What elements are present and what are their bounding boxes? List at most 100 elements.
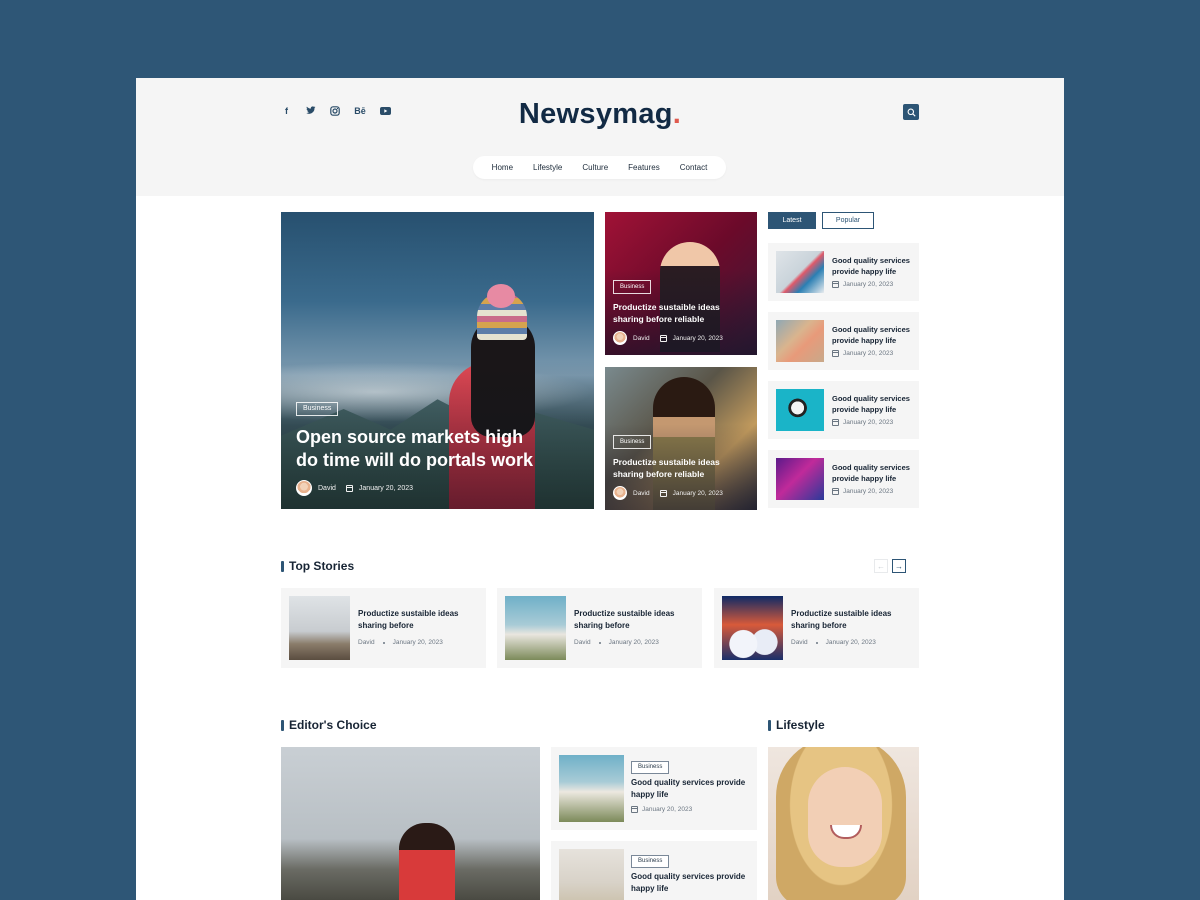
story-meta: David January 20, 2023 [574, 639, 659, 646]
avatar [296, 480, 312, 496]
editors-post[interactable]: Business Good quality services provide h… [551, 747, 757, 830]
hero-title[interactable]: Open source markets high do time will do… [296, 426, 546, 472]
post-date-row: January 20, 2023 [631, 806, 692, 813]
author-name[interactable]: David [791, 639, 808, 646]
next-arrow-icon[interactable]: → [892, 559, 906, 573]
post-thumbnail [559, 849, 624, 900]
nav-lifestyle[interactable]: Lifestyle [533, 163, 562, 172]
post-date: January 20, 2023 [825, 639, 876, 646]
sidebar-post[interactable]: Good quality services provide happy life… [768, 243, 919, 301]
author-name[interactable]: David [633, 335, 650, 342]
search-button[interactable] [903, 104, 919, 120]
author-name[interactable]: David [633, 490, 650, 497]
carousel-controls: ← → [874, 559, 906, 573]
author-name[interactable]: David [358, 639, 375, 646]
story-thumbnail [289, 596, 350, 660]
section-title: Top Stories [289, 559, 355, 573]
category-badge[interactable]: Business [631, 761, 670, 774]
section-title: Editor's Choice [289, 718, 377, 732]
nav-culture[interactable]: Culture [582, 163, 608, 172]
nav-features[interactable]: Features [628, 163, 660, 172]
calendar-icon [832, 488, 839, 495]
calendar-icon [832, 419, 839, 426]
calendar-icon [832, 281, 839, 288]
post-date: January 20, 2023 [392, 639, 443, 646]
avatar [613, 331, 627, 345]
sidebar-post[interactable]: Good quality services provide happy life… [768, 381, 919, 439]
sidebar-post[interactable]: Good quality services provide happy life… [768, 450, 919, 508]
category-badge[interactable]: Business [613, 280, 652, 294]
post-date: January 20, 2023 [843, 419, 894, 426]
section-heading-editors-choice: Editor's Choice [281, 718, 377, 732]
card-meta: David January 20, 2023 [613, 331, 723, 345]
editors-featured-image[interactable] [281, 747, 540, 900]
post-date-row: January 20, 2023 [832, 488, 893, 495]
post-date: January 20, 2023 [672, 334, 723, 342]
category-badge[interactable]: Business [296, 402, 339, 416]
post-title[interactable]: Good quality services provide happy life [631, 871, 753, 895]
heading-marker [768, 719, 771, 731]
post-title[interactable]: Good quality services provide happy life [832, 324, 916, 346]
post-thumbnail [776, 320, 824, 362]
mid-card[interactable]: Business Productize sustaible ideas shar… [605, 367, 757, 510]
logo-dot: . [672, 98, 682, 130]
post-thumbnail [776, 458, 824, 500]
calendar-icon [659, 489, 667, 497]
post-thumbnail [559, 755, 624, 822]
story-card[interactable]: Productize sustaible ideas sharing befor… [714, 588, 919, 668]
search-icon [907, 108, 916, 117]
story-card[interactable]: Productize sustaible ideas sharing befor… [497, 588, 702, 668]
category-badge[interactable]: Business [613, 435, 652, 449]
heading-marker [281, 719, 284, 731]
post-date-row: January 20, 2023 [832, 350, 893, 357]
author-name[interactable]: David [574, 639, 591, 646]
nav-home[interactable]: Home [492, 163, 513, 172]
story-title[interactable]: Productize sustaible ideas sharing befor… [358, 608, 483, 632]
sidebar-post[interactable]: Good quality services provide happy life… [768, 312, 919, 370]
card-title[interactable]: Productize sustaible ideas sharing befor… [613, 456, 743, 480]
prev-arrow-icon[interactable]: ← [874, 559, 888, 573]
post-title[interactable]: Good quality services provide happy life [832, 462, 916, 484]
post-thumbnail [776, 389, 824, 431]
post-date: January 20, 2023 [843, 488, 894, 495]
category-badge[interactable]: Business [631, 855, 670, 868]
lifestyle-featured-image[interactable] [768, 747, 919, 900]
card-title[interactable]: Productize sustaible ideas sharing befor… [613, 301, 743, 325]
hero-article[interactable]: Business Open source markets high do tim… [281, 212, 594, 509]
post-date: January 20, 2023 [608, 639, 659, 646]
editors-post[interactable]: Business Good quality services provide h… [551, 841, 757, 900]
site-header: f Bē Newsymag. Home Lifestyle Culture Fe… [136, 78, 1064, 196]
post-date-row: January 20, 2023 [832, 419, 893, 426]
hero-meta: David January 20, 2023 [296, 480, 413, 496]
main-nav: Home Lifestyle Culture Features Contact [473, 156, 726, 179]
post-date: January 20, 2023 [843, 281, 894, 288]
avatar [613, 486, 627, 500]
story-thumbnail [505, 596, 566, 660]
story-title[interactable]: Productize sustaible ideas sharing befor… [574, 608, 699, 632]
post-title[interactable]: Good quality services provide happy life [631, 777, 753, 801]
post-thumbnail [776, 251, 824, 293]
heading-marker [281, 560, 284, 572]
logo-text: Newsymag [518, 98, 673, 130]
calendar-icon [659, 334, 667, 342]
nav-contact[interactable]: Contact [680, 163, 708, 172]
story-card[interactable]: Productize sustaible ideas sharing befor… [281, 588, 486, 668]
mid-card[interactable]: Business Productize sustaible ideas shar… [605, 212, 757, 355]
story-thumbnail [722, 596, 783, 660]
calendar-icon [832, 350, 839, 357]
post-date: January 20, 2023 [843, 350, 894, 357]
section-heading-top-stories: Top Stories [281, 559, 354, 573]
author-name[interactable]: David [318, 485, 336, 492]
post-date-row: January 20, 2023 [832, 281, 893, 288]
tab-latest[interactable]: Latest [768, 212, 816, 229]
story-title[interactable]: Productize sustaible ideas sharing befor… [791, 608, 916, 632]
post-title[interactable]: Good quality services provide happy life [832, 393, 916, 415]
page-frame: f Bē Newsymag. Home Lifestyle Culture Fe… [136, 78, 1064, 900]
post-date: January 20, 2023 [358, 484, 414, 492]
post-title[interactable]: Good quality services provide happy life [832, 255, 916, 277]
calendar-icon [345, 484, 353, 492]
card-meta: David January 20, 2023 [613, 486, 723, 500]
tab-popular[interactable]: Popular [822, 212, 874, 229]
site-logo[interactable]: Newsymag. [136, 98, 1064, 131]
story-meta: David January 20, 2023 [791, 639, 876, 646]
